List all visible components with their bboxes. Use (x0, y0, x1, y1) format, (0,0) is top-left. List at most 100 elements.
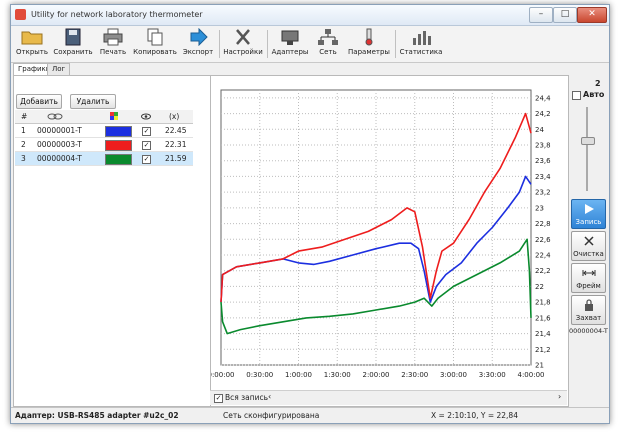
capture-button[interactable]: Захват (571, 295, 606, 325)
parameters-button[interactable]: Параметры (347, 28, 391, 60)
export-label: Экспорт (182, 48, 214, 56)
sensor-id: 00000004-T (37, 154, 82, 163)
header-value: (x) (169, 112, 180, 121)
x-tick-label: 3:30:00 (479, 371, 506, 379)
zoom-slider-thumb[interactable] (581, 137, 595, 145)
sensor-color-swatch (105, 140, 132, 151)
x-tick-label: 0:00:00 (211, 371, 235, 379)
temperature-chart[interactable]: 0:00:00 0:30:00 1:00:00 1:30:00 2:00:00 2:30:… (211, 76, 568, 390)
add-button[interactable]: Добавить (16, 94, 62, 109)
sensor-id: 00000003-T (37, 140, 82, 149)
save-button[interactable]: Сохранить (53, 28, 93, 60)
sensor-panel: Добавить Удалить # (x) 1 00000001-T ✓ 22.45… (13, 75, 211, 407)
network-label: Сеть (319, 48, 337, 56)
statistics-button[interactable]: Статистика (399, 28, 443, 60)
chart-area[interactable]: 0:00:00 0:30:00 1:00:00 1:30:00 2:00:00 2:30:… (210, 75, 569, 407)
window-title: Utility for network laboratory thermomet… (31, 10, 203, 19)
toolbar-separator (395, 30, 396, 58)
tools-icon (236, 29, 250, 45)
clear-button[interactable]: Очистка (571, 231, 606, 261)
y-tick-label: 22,4 (535, 252, 551, 260)
x-tick-label: 1:30:00 (324, 371, 351, 379)
y-tick-label: 23,2 (535, 189, 551, 197)
title-bar: Utility for network laboratory thermomet… (11, 5, 609, 26)
printer-icon (103, 28, 123, 46)
sensor-row[interactable]: 2 00000003-T ✓ 22.31 (15, 138, 193, 152)
y-tick-label: 23,4 (535, 173, 551, 181)
print-button[interactable]: Печать (97, 28, 129, 60)
minimize-button[interactable]: – (529, 7, 553, 23)
sensor-num: 3 (21, 154, 26, 163)
sensor-visible-checkbox[interactable]: ✓ (142, 141, 151, 150)
tab-log[interactable]: Лог (47, 63, 71, 75)
x-tick-label: 3:00:00 (440, 371, 467, 379)
eye-icon (141, 110, 151, 123)
y-tick-label: 22,2 (535, 267, 551, 275)
scroll-right-icon[interactable]: › (558, 392, 561, 401)
palette-icon (109, 110, 119, 123)
print-label: Печать (99, 48, 127, 56)
lock-icon (584, 299, 593, 311)
status-network: Сеть сконфигурирована (223, 411, 320, 420)
sensor-row[interactable]: 3 00000004-T ✓ 21.59 (15, 152, 193, 166)
y-tick-label: 22,6 (535, 236, 551, 244)
maximize-button[interactable]: □ (553, 7, 577, 23)
adapter-icon (281, 30, 299, 45)
all-records-checkbox[interactable]: ✓ (214, 394, 223, 403)
sensor-color-swatch (105, 154, 132, 165)
status-bar: Адаптер: USB-RS485 adapter #u2c_02 Сеть … (11, 407, 609, 423)
copy-icon (147, 28, 163, 46)
header-num: # (21, 112, 28, 121)
folder-icon (21, 31, 43, 45)
bar-chart-icon (413, 31, 431, 45)
sensor-row[interactable]: 1 00000001-T ✓ 22.45 (15, 124, 193, 138)
y-tick-label: 24,2 (535, 110, 551, 118)
scroll-left-icon[interactable]: ‹ (268, 392, 271, 401)
frame-width-icon (582, 270, 595, 276)
x-tick-label: 0:30:00 (246, 371, 273, 379)
y-tick-label: 21,6 (535, 314, 551, 322)
settings-button[interactable]: Настройки (223, 28, 263, 60)
adapters-button[interactable]: Адаптеры (271, 28, 309, 60)
copy-button[interactable]: Копировать (133, 28, 177, 60)
parameters-label: Параметры (348, 48, 390, 56)
sensor-visible-checkbox[interactable]: ✓ (142, 155, 151, 164)
auto-checkbox[interactable] (572, 91, 581, 100)
status-adapter: Адаптер: USB-RS485 adapter #u2c_02 (15, 411, 179, 420)
status-coordinates: X = 2:10:10, Y = 22,84 (431, 411, 518, 420)
capture-label: Захват (575, 314, 602, 322)
record-button[interactable]: Запись (571, 199, 606, 229)
x-tick-label: 2:30:00 (401, 371, 428, 379)
open-button[interactable]: Открыть (15, 28, 49, 60)
x-tick-label: 2:00:00 (363, 371, 390, 379)
zoom-slider[interactable] (586, 107, 588, 191)
remove-button[interactable]: Удалить (70, 94, 116, 109)
save-label: Сохранить (53, 48, 93, 56)
export-button[interactable]: Экспорт (181, 28, 215, 60)
x-tick-label: 1:00:00 (285, 371, 312, 379)
thermometer-icon (365, 28, 373, 46)
selected-sensor-id: 00000004-T (569, 327, 608, 335)
frame-button[interactable]: Фрейм (571, 263, 606, 293)
sensor-count: 2 (595, 79, 601, 88)
y-tick-label: 21,8 (535, 299, 551, 307)
y-tick-label: 21,4 (535, 330, 551, 338)
auto-label: Авто (583, 90, 605, 99)
y-tick-label: 23,6 (535, 157, 551, 165)
sensor-visible-checkbox[interactable]: ✓ (142, 127, 151, 136)
adapters-label: Адаптеры (271, 48, 309, 56)
y-tick-label: 24,4 (535, 94, 551, 102)
control-panel: 2 Авто Запись Очистка Фрейм Захват 00000… (569, 63, 608, 405)
statistics-label: Статистика (399, 48, 443, 56)
x-tick-label: 4:00:00 (518, 371, 545, 379)
y-tick-label: 22,8 (535, 220, 551, 228)
network-icon (318, 29, 338, 45)
close-button[interactable]: ✕ (577, 7, 607, 23)
clear-label: Очистка (573, 250, 604, 258)
chart-scroll-bar: ✓ Вся запись ‹ › (210, 390, 567, 405)
network-button[interactable]: Сеть (313, 28, 343, 60)
play-icon (584, 204, 594, 214)
record-label: Запись (575, 218, 602, 226)
sensor-color-swatch (105, 126, 132, 137)
y-tick-label: 21 (535, 362, 544, 370)
